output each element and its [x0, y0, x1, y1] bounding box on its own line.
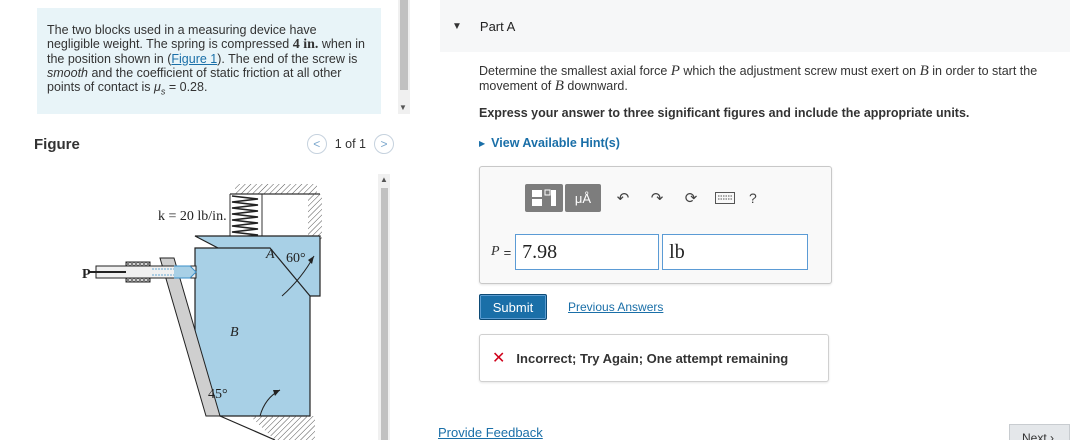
help-icon[interactable]: ? [749, 190, 757, 206]
problem-scroll-thumb[interactable] [400, 0, 408, 90]
feedback-message: ✕ Incorrect; Try Again; One attempt rema… [479, 334, 829, 382]
spring-compression: 4 in. [292, 37, 319, 52]
answer-equals: = [503, 244, 512, 260]
mu-symbol: μ [154, 80, 161, 94]
undo-icon[interactable]: ↶ [611, 186, 635, 210]
x-icon: ✕ [492, 350, 506, 367]
right-wall [308, 194, 322, 240]
answer-row: P = 7.98 lb [491, 234, 809, 270]
provide-feedback-link[interactable]: Provide Feedback [438, 425, 543, 440]
figure-scrollbar[interactable]: ▲ [378, 174, 390, 440]
units-symbol-button[interactable]: μÅ [565, 184, 601, 212]
keyboard-icon[interactable] [713, 186, 737, 210]
redo-icon[interactable]: ↷ [645, 186, 669, 210]
problem-scrollbar[interactable]: ▼ [398, 0, 410, 114]
answer-box: μÅ ↶ ↷ ⟳ ? P = 7.98 lb [479, 166, 832, 284]
unit-input[interactable]: lb [662, 234, 809, 270]
label-b: B [230, 325, 239, 340]
label-60: 60° [286, 251, 306, 266]
bottom-wall [250, 416, 315, 440]
figure-title: Figure [34, 135, 80, 153]
expand-triangle-icon: ▶ [479, 138, 486, 148]
chevron-right-icon[interactable]: > [374, 134, 394, 154]
templates-icon[interactable] [525, 184, 563, 212]
figure-scroll-thumb[interactable] [381, 188, 388, 440]
view-hints-link[interactable]: ▶ View Available Hint(s) [479, 136, 620, 150]
value-input[interactable]: 7.98 [515, 234, 660, 270]
label-45: 45° [208, 387, 228, 402]
chevron-left-icon[interactable]: < [306, 134, 327, 154]
scroll-down-arrow-icon[interactable]: ▼ [399, 103, 407, 112]
feedback-text: Incorrect; Try Again; One attempt remain… [516, 350, 789, 366]
scroll-up-arrow-icon[interactable]: ▲ [380, 175, 388, 184]
problem-statement: The two blocks used in a measuring devic… [37, 8, 381, 114]
reset-icon[interactable]: ⟳ [679, 186, 703, 210]
top-wall [235, 184, 317, 194]
submit-button[interactable]: Submit [479, 294, 547, 320]
instructions: Express your answer to three significant… [479, 106, 970, 120]
collapse-triangle-icon[interactable]: ▼ [452, 21, 462, 32]
spring [231, 195, 259, 239]
k-label: k = 20 lb/in. [158, 209, 227, 224]
figure-header: Figure < 1 of 1 > [34, 132, 394, 156]
question-text: Determine the smallest axial force P whi… [479, 63, 1038, 94]
figure-link[interactable]: Figure 1 [171, 52, 217, 66]
pager-text: 1 of 1 [334, 137, 366, 151]
label-a: A [265, 247, 275, 262]
answer-variable: P [491, 244, 500, 259]
next-button[interactable]: Next › [1009, 424, 1070, 440]
part-header[interactable]: ▼ Part A [440, 0, 1070, 52]
mechanism-figure: k = 20 lb/in. A 60° P B 45° [82, 184, 322, 440]
part-title: Part A [479, 18, 516, 34]
figure-pager: < 1 of 1 > [306, 134, 394, 154]
previous-answers-link[interactable]: Previous Answers [568, 300, 663, 314]
equation-toolbar: μÅ ↶ ↷ ⟳ ? [525, 184, 757, 212]
label-p: P [82, 267, 91, 282]
